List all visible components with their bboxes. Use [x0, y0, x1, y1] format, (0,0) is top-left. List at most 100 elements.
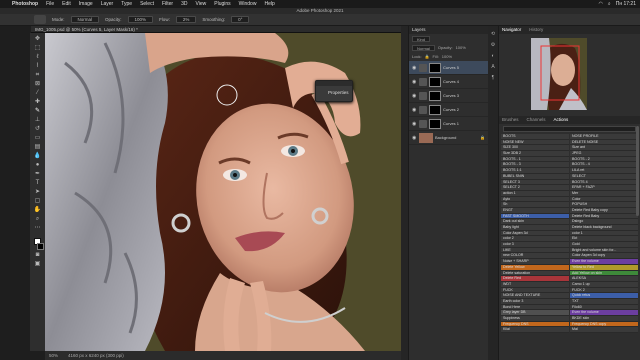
shape-tool-icon[interactable]: ▢: [34, 198, 42, 205]
layer-row[interactable]: ◉ Curves 3: [409, 89, 488, 103]
stamp-tool-icon[interactable]: ⊥: [34, 117, 42, 124]
zoom-level[interactable]: 50%: [49, 351, 58, 360]
flow-field[interactable]: 2%: [175, 16, 197, 23]
crop-tool-icon[interactable]: ⌗: [34, 72, 42, 79]
curves-adjustment-icon: [419, 105, 427, 114]
layer-mask-thumbnail[interactable]: [429, 90, 441, 101]
mode-select[interactable]: Normal: [70, 16, 100, 23]
search-icon[interactable]: ⌕: [608, 1, 611, 7]
tab-brushes[interactable]: Brushes: [502, 116, 519, 124]
flow-label: Flow:: [159, 17, 170, 22]
menu-edit[interactable]: Edit: [62, 1, 71, 7]
document-info: 4160 px x 6240 px (300 ppi): [68, 353, 124, 358]
lock-icon[interactable]: 🔒: [425, 54, 430, 59]
layers-opacity-value[interactable]: 100%: [456, 45, 466, 50]
tools-panel: ✥ ⬚ ℓ ⌇ ⌗ ⊠ ⁄ ✚ ✎ ⊥ ↺ ▭ ▤ 💧 ● ✒ T ➤ ▢ ✋ …: [30, 33, 45, 351]
type-tool-icon[interactable]: T: [34, 180, 42, 187]
paragraph-panel-icon[interactable]: ¶: [492, 75, 495, 81]
eye-icon[interactable]: ◉: [412, 93, 417, 99]
quick-select-tool-icon[interactable]: ⌇: [34, 63, 42, 70]
curves-adjustment-icon: [419, 77, 427, 86]
eyedropper-tool-icon[interactable]: ⁄: [34, 90, 42, 97]
layer-row[interactable]: ◉ Curves 2: [409, 103, 488, 117]
actions-slider[interactable]: [503, 126, 636, 132]
actions-scrollbar[interactable]: [636, 126, 639, 216]
quick-mask-icon[interactable]: ◙: [34, 252, 42, 259]
actions-panel: Brushes Channels Actions BOOTS NOSE PROFI…: [498, 116, 640, 360]
eye-icon[interactable]: ◉: [412, 135, 417, 141]
menu-file[interactable]: File: [46, 1, 54, 7]
character-panel-icon[interactable]: A: [491, 64, 494, 70]
properties-panel-icon[interactable]: ⚙: [491, 42, 495, 48]
menu-image[interactable]: Image: [79, 1, 93, 7]
move-tool-icon[interactable]: ✥: [34, 36, 42, 43]
frame-tool-icon[interactable]: ⊠: [34, 81, 42, 88]
screen-mode-icon[interactable]: ▣: [34, 261, 42, 268]
menu-type[interactable]: Type: [121, 1, 132, 7]
layers-tab[interactable]: Layers: [409, 26, 488, 34]
properties-popup[interactable]: Properties: [315, 80, 353, 102]
menu-plugins[interactable]: Plugins: [214, 1, 230, 7]
eye-icon[interactable]: ◉: [412, 107, 417, 113]
tab-history[interactable]: History: [529, 26, 543, 34]
document-tab[interactable]: IMG_1005.psd @ 50% (Curves 5, Layer Mask…: [31, 26, 401, 33]
menu-filter[interactable]: Filter: [162, 1, 173, 7]
actions-tabs: Brushes Channels Actions: [499, 116, 640, 124]
background-color-swatch[interactable]: [37, 243, 44, 250]
smoothing-label: Smoothing:: [202, 17, 226, 22]
history-panel-icon[interactable]: ⟲: [491, 31, 495, 37]
history-brush-icon[interactable]: ↺: [34, 126, 42, 133]
blur-tool-icon[interactable]: 💧: [34, 153, 42, 160]
tab-actions[interactable]: Actions: [554, 116, 569, 124]
action-button[interactable]: Kiiai: [501, 327, 569, 334]
path-select-icon[interactable]: ➤: [34, 189, 42, 196]
eraser-tool-icon[interactable]: ▭: [34, 135, 42, 142]
more-tools-icon[interactable]: ⋯: [34, 225, 42, 232]
layer-row[interactable]: ◉ Curves 5: [409, 61, 488, 75]
layer-mask-thumbnail[interactable]: [429, 104, 441, 115]
eye-icon[interactable]: ◉: [412, 121, 417, 127]
marquee-tool-icon[interactable]: ⬚: [34, 45, 42, 52]
layers-fill-value[interactable]: 100%: [442, 54, 452, 59]
wifi-icon[interactable]: ◠: [599, 1, 603, 7]
healing-tool-icon[interactable]: ✚: [34, 99, 42, 106]
menu-3d[interactable]: 3D: [181, 1, 187, 7]
status-bar: 50% 4160 px x 6240 px (300 ppi): [45, 351, 401, 360]
layers-blend-select[interactable]: Normal: [412, 44, 435, 51]
eye-icon[interactable]: ◉: [412, 65, 417, 71]
tab-navigator[interactable]: Navigator: [502, 26, 521, 34]
menu-select[interactable]: Select: [140, 1, 154, 7]
layer-row[interactable]: ◉ Curves 4: [409, 75, 488, 89]
lasso-tool-icon[interactable]: ℓ: [34, 54, 42, 61]
adjustments-panel-icon[interactable]: ◐: [491, 53, 494, 59]
app-name[interactable]: Photoshop: [12, 1, 38, 7]
zoom-tool-icon[interactable]: ⌕: [34, 216, 42, 223]
tab-channels[interactable]: Channels: [527, 116, 546, 124]
layer-mask-thumbnail[interactable]: [429, 76, 441, 87]
status-icons: ◠ ⌕ Пн 17:21: [599, 1, 636, 7]
pen-tool-icon[interactable]: ✒: [34, 171, 42, 178]
layers-lock-row: Lock: 🔒 Fill: 100%: [409, 52, 488, 61]
menu-help[interactable]: Help: [264, 1, 274, 7]
layers-kind-select[interactable]: Kind: [412, 35, 431, 42]
layer-row[interactable]: ◉ Curves 1: [409, 117, 488, 131]
angle-field[interactable]: 0°: [231, 16, 250, 23]
menu-view[interactable]: View: [196, 1, 207, 7]
menu-window[interactable]: Window: [239, 1, 257, 7]
opacity-field[interactable]: 100%: [127, 16, 154, 23]
action-button[interactable]: Mal: [570, 327, 638, 334]
curves-adjustment-icon: [419, 91, 427, 100]
layer-name: Curves 5: [443, 65, 460, 70]
layer-name: Curves 3: [443, 93, 460, 98]
layer-row[interactable]: ◉ Background 🔒: [409, 131, 488, 145]
brush-preset-icon[interactable]: [34, 15, 46, 24]
menu-layer[interactable]: Layer: [101, 1, 114, 7]
eye-icon[interactable]: ◉: [412, 79, 417, 85]
hand-tool-icon[interactable]: ✋: [34, 207, 42, 214]
layer-mask-thumbnail[interactable]: [429, 118, 441, 129]
navigator-thumbnail[interactable]: [531, 38, 587, 110]
brush-tool-icon[interactable]: ✎: [34, 108, 42, 115]
dodge-tool-icon[interactable]: ●: [34, 162, 42, 169]
gradient-tool-icon[interactable]: ▤: [34, 144, 42, 151]
layer-mask-thumbnail[interactable]: [429, 62, 441, 73]
